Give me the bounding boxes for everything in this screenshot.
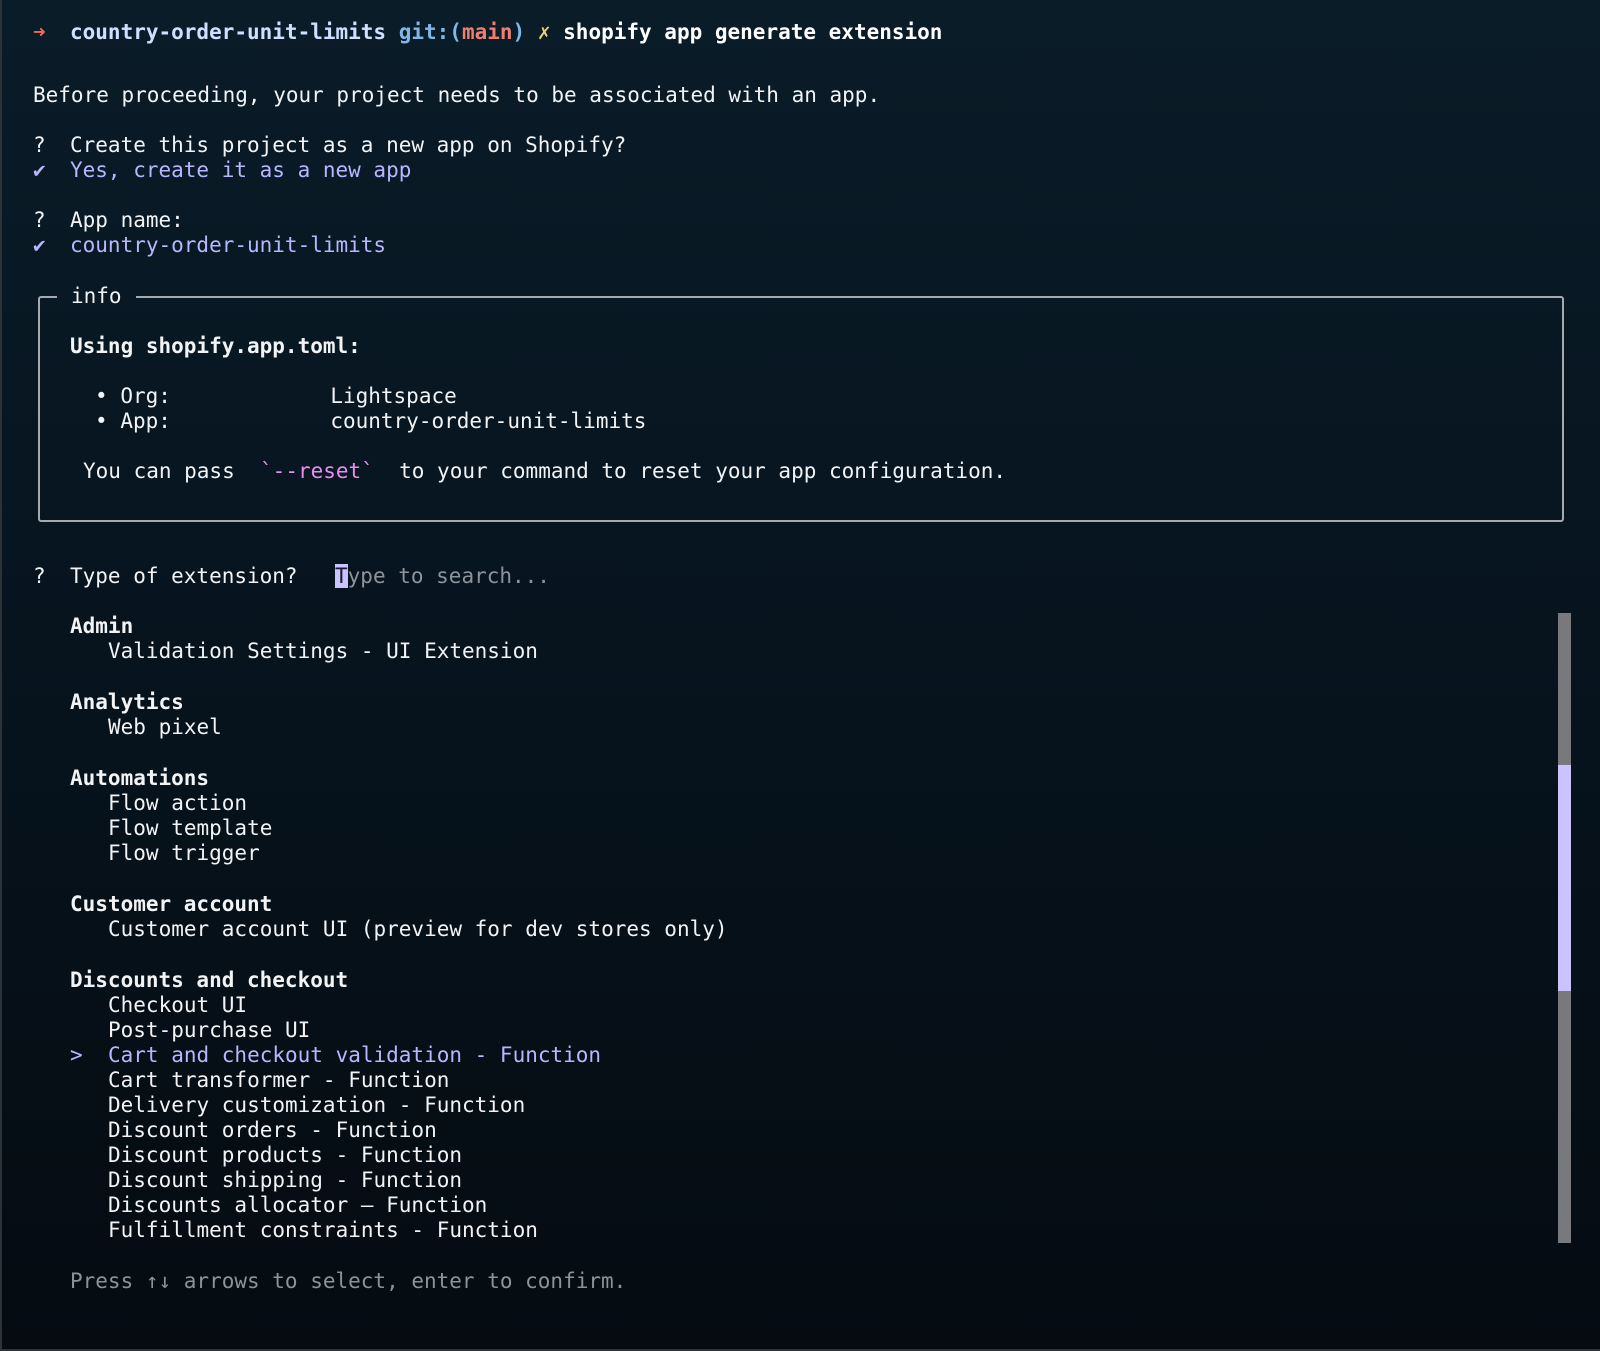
prompt-arrow-icon: ➜ bbox=[33, 20, 46, 44]
search-placeholder: ype to search... bbox=[347, 564, 550, 588]
question-new-app: ? Create this project as a new app on Sho… bbox=[33, 132, 626, 158]
list-item-selected[interactable]: > Cart and checkout validation - Function bbox=[70, 1042, 601, 1068]
info-key: Org: bbox=[120, 384, 171, 408]
group-label-customer-account: Customer account bbox=[70, 892, 273, 916]
info-note-code: `--reset` bbox=[260, 459, 374, 483]
text-cursor: T bbox=[335, 564, 348, 588]
group-label-automations: Automations bbox=[70, 766, 210, 790]
group-label-admin: Admin bbox=[70, 614, 134, 638]
footer-hint: Press ↑↓ arrows to select, enter to conf… bbox=[70, 1269, 627, 1293]
info-row-org: • Org: Lightspace bbox=[95, 383, 457, 409]
info-note-after: to your command to reset your app config… bbox=[386, 459, 1006, 483]
question-mark-icon: ? bbox=[33, 133, 46, 157]
answer-text: Yes, create it as a new app bbox=[70, 158, 412, 182]
info-value: Lightspace bbox=[330, 384, 457, 408]
list-item[interactable]: Validation Settings - UI Extension bbox=[108, 638, 538, 664]
question-text: Create this project as a new app on Shop… bbox=[70, 133, 627, 157]
list-item[interactable]: Delivery customization - Function bbox=[108, 1092, 525, 1118]
list-item[interactable]: Customer account UI (preview for dev sto… bbox=[108, 916, 728, 942]
list-item[interactable]: Flow template bbox=[108, 815, 272, 841]
question-app-name: ? App name: bbox=[33, 207, 184, 233]
bullet-icon: • bbox=[95, 384, 108, 408]
checkmark-icon: ✔ bbox=[33, 158, 46, 182]
checkmark-icon: ✔ bbox=[33, 233, 46, 257]
question-mark-icon: ? bbox=[33, 208, 46, 232]
dirty-marker-icon: ✗ bbox=[537, 20, 551, 44]
question-text: App name: bbox=[70, 208, 184, 232]
extension-search-input[interactable]: Type to search... bbox=[335, 563, 550, 589]
list-item[interactable]: Flow action bbox=[108, 790, 247, 816]
info-row-app: • App: country-order-unit-limits bbox=[95, 408, 646, 434]
intro-text: Before proceeding, your project needs to… bbox=[33, 83, 881, 107]
info-box-title: info bbox=[57, 283, 136, 309]
answer-new-app: ✔ Yes, create it as a new app bbox=[33, 157, 411, 183]
git-close: ) bbox=[512, 20, 526, 44]
selected-item-label: Cart and checkout validation - Function bbox=[108, 1043, 602, 1067]
info-box-heading: Using shopify.app.toml: bbox=[70, 334, 361, 358]
list-item[interactable]: Discount orders - Function bbox=[108, 1117, 437, 1143]
git-branch: main bbox=[461, 20, 513, 44]
list-scrollbar-thumb[interactable] bbox=[1558, 765, 1571, 991]
list-item[interactable]: Discounts allocator — Function bbox=[108, 1192, 487, 1218]
bullet-icon: • bbox=[95, 409, 108, 433]
terminal-window[interactable]: ➜ country-order-unit-limits git:(main) ✗ … bbox=[0, 0, 1600, 1351]
info-key: App: bbox=[120, 409, 171, 433]
prompt-directory: country-order-unit-limits bbox=[70, 20, 387, 44]
extension-type-prompt: ? Type of extension? bbox=[33, 563, 323, 589]
list-item[interactable]: Post-purchase UI bbox=[108, 1017, 310, 1043]
answer-app-name: ✔ country-order-unit-limits bbox=[33, 232, 386, 258]
list-item[interactable]: Fulfillment constraints - Function bbox=[108, 1217, 538, 1243]
list-item[interactable]: Cart transformer - Function bbox=[108, 1067, 449, 1093]
info-note: You can pass `--reset` to your command t… bbox=[83, 458, 1006, 484]
list-item[interactable]: Flow trigger bbox=[108, 840, 260, 866]
extension-question: Type of extension? bbox=[70, 564, 298, 588]
question-mark-icon: ? bbox=[33, 564, 46, 588]
shell-prompt: ➜ country-order-unit-limits git:(main) ✗ … bbox=[33, 19, 942, 45]
window-left-edge bbox=[0, 0, 2, 1351]
git-label: git:( bbox=[398, 20, 462, 44]
list-item[interactable]: Discount shipping - Function bbox=[108, 1167, 462, 1193]
info-note-before: You can pass bbox=[83, 459, 248, 483]
group-label-discounts-checkout: Discounts and checkout bbox=[70, 968, 349, 992]
group-label-analytics: Analytics bbox=[70, 690, 184, 714]
selection-caret-icon: > bbox=[70, 1043, 83, 1067]
shell-command: shopify app generate extension bbox=[563, 20, 943, 44]
list-item[interactable]: Checkout UI bbox=[108, 992, 247, 1018]
list-item[interactable]: Discount products - Function bbox=[108, 1142, 462, 1168]
info-value: country-order-unit-limits bbox=[330, 409, 647, 433]
answer-text: country-order-unit-limits bbox=[70, 233, 387, 257]
list-item[interactable]: Web pixel bbox=[108, 714, 222, 740]
